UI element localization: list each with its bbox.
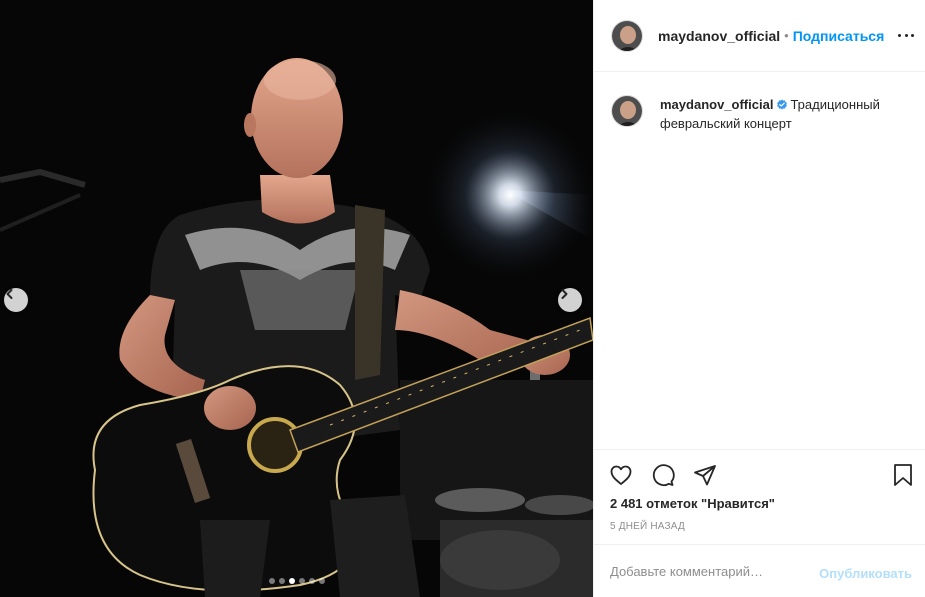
share-button[interactable] xyxy=(692,462,718,488)
post-header: maydanov_official • Подписаться xyxy=(594,0,925,72)
save-button[interactable] xyxy=(890,462,916,488)
comment-form: Опубликовать xyxy=(594,544,925,597)
header-separator: • xyxy=(784,28,789,43)
more-dot xyxy=(911,33,914,37)
post-timestamp[interactable]: 5 дней назад xyxy=(610,521,685,532)
comment-icon xyxy=(652,464,675,487)
avatar[interactable] xyxy=(611,19,643,52)
comment-input[interactable] xyxy=(610,563,810,579)
carousel-dot xyxy=(298,578,305,584)
post-media[interactable] xyxy=(0,0,593,597)
caption-text-block: maydanov_official Традиционный февральск… xyxy=(660,95,900,133)
post-caption: maydanov_official Традиционный февральск… xyxy=(611,95,916,133)
post-actions xyxy=(594,449,925,487)
heart-icon xyxy=(610,465,632,485)
carousel-indicator xyxy=(0,578,593,584)
chevron-right-icon xyxy=(561,289,568,299)
concert-photo xyxy=(0,0,593,597)
avatar-image xyxy=(612,96,642,126)
follow-button[interactable]: Подписаться xyxy=(793,28,885,44)
carousel-dot xyxy=(318,578,325,584)
bookmark-icon xyxy=(894,464,912,486)
caption-username-link[interactable]: maydanov_official xyxy=(660,97,773,112)
carousel-prev-button[interactable] xyxy=(4,288,28,312)
carousel-dot xyxy=(268,578,275,584)
more-options-button[interactable] xyxy=(898,27,914,43)
carousel-dot xyxy=(278,578,285,584)
like-button[interactable] xyxy=(608,462,634,488)
caption-avatar[interactable] xyxy=(611,95,643,127)
more-dot xyxy=(904,33,908,37)
more-horizontal-icon xyxy=(898,33,901,37)
publish-comment-button[interactable]: Опубликовать xyxy=(819,566,912,581)
paper-plane-icon xyxy=(694,465,716,486)
likes-count[interactable]: 2 481 отметок "Нравится" xyxy=(610,496,775,511)
chevron-left-icon xyxy=(6,289,13,299)
header-username-link[interactable]: maydanov_official xyxy=(658,28,780,44)
carousel-dot xyxy=(288,578,295,584)
comment-button[interactable] xyxy=(650,462,676,488)
avatar-image xyxy=(612,20,642,51)
post-side-panel: maydanov_official • Подписаться maydanov… xyxy=(593,0,925,597)
carousel-dot xyxy=(308,578,315,584)
verified-badge-icon xyxy=(777,99,788,110)
carousel-next-button[interactable] xyxy=(558,288,582,312)
